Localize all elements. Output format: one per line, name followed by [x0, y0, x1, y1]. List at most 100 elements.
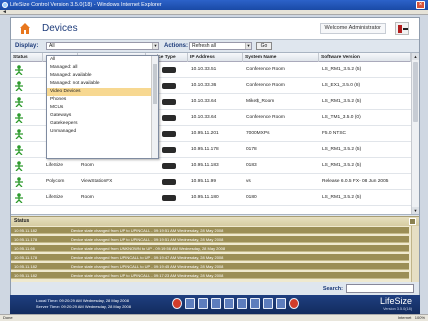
cell-system-name: 7000MXPs: [246, 131, 270, 136]
cell-software-version: F5.0 NTSC: [322, 131, 346, 136]
dropdown-option[interactable]: Gateways: [47, 112, 158, 120]
dropdown-option[interactable]: Phones: [47, 96, 158, 104]
dropdown-option[interactable]: Managed: all: [47, 64, 158, 72]
actions-label: Actions:: [164, 43, 188, 49]
directory-icon[interactable]: [198, 298, 208, 309]
reports-icon[interactable]: [211, 298, 221, 309]
dropdown-option[interactable]: Gatekeepers: [47, 120, 158, 128]
back-icon[interactable]: ◄: [2, 10, 7, 15]
dropdown-option[interactable]: Managed: not available: [47, 80, 158, 88]
log-time: 10.95.11.182: [14, 228, 38, 233]
cell-system-name: 0183: [246, 163, 257, 168]
scroll-thumb[interactable]: [413, 62, 418, 122]
log-message: Device state changed from UNKNOWN to UP …: [71, 246, 226, 251]
col-status[interactable]: Status: [11, 53, 43, 62]
scroll-up-icon[interactable]: ▲: [412, 53, 419, 60]
users-icon[interactable]: [263, 298, 273, 309]
cell-ip-address: 10.95.11.183: [191, 163, 219, 168]
cell-system-name: Conference Room: [246, 83, 285, 88]
status-scrollbar[interactable]: [411, 226, 419, 282]
cell-model: Room: [81, 163, 94, 168]
app-window: Devices Welcome Administrator Display: A…: [10, 17, 420, 305]
log-row[interactable]: 10.95.11.182 Device state changed from UP…: [11, 227, 409, 234]
devices-icon[interactable]: [185, 298, 195, 309]
log-message: Device state changed from UPINCALL to UP…: [71, 264, 224, 269]
close-icon[interactable]: ×: [416, 1, 425, 9]
status-online-icon: [15, 65, 23, 75]
log-row[interactable]: 10.95.11.66 Device state changed from UNK…: [11, 245, 409, 252]
search-label: Search:: [322, 286, 343, 292]
cell-model: ViewStationFX: [81, 179, 113, 184]
log-row[interactable]: 10.95.11.178 Device state changed from UP…: [11, 236, 409, 243]
brand-logo: LifeSize Version 3.5.0(18): [380, 296, 412, 311]
collapse-icon[interactable]: [409, 218, 416, 225]
status-online-icon: [15, 81, 23, 91]
table-row[interactable]: LifeSize Room 10.95.11.180 0180 LS_RM1_3.5.2…: [11, 190, 411, 206]
search-input[interactable]: [346, 284, 414, 293]
log-row[interactable]: 10.95.11.182 Device state changed from UP…: [11, 272, 409, 279]
version-text: Version 3.5.0(18): [383, 307, 412, 311]
logout-button[interactable]: [395, 22, 409, 35]
cell-ip-address: 10.10.33.36: [191, 83, 217, 88]
log-row[interactable]: 10.95.11.178 Device state changed from UP…: [11, 254, 409, 261]
log-message: Device state changed from UPINCALL to UP…: [71, 255, 224, 260]
settings-icon[interactable]: [250, 298, 260, 309]
cell-ip-address: 10.10.33.64: [191, 99, 217, 104]
alert-icon[interactable]: [172, 298, 182, 309]
server-time-value: 09:20:29 AM Wednesday, 28 May 2008: [61, 304, 131, 309]
cell-ip-address: 10.95.11.178: [191, 147, 219, 152]
col-ip-address[interactable]: IP Address: [188, 53, 243, 62]
log-time: 10.95.11.182: [14, 264, 38, 269]
display-dropdown: All Managed: all Managed: available Managed…: [46, 55, 159, 159]
table-row[interactable]: Polycom ViewStationFX 10.95.11.99 vs Release…: [11, 174, 411, 190]
cell-system-name: 0180: [246, 195, 257, 200]
scroll-down-icon[interactable]: ▼: [412, 207, 419, 214]
filter-bar: Display: All ▼ Actions: Refresh all ▼ Go: [11, 40, 419, 52]
search-icon[interactable]: [237, 298, 247, 309]
cell-software-version: LS_EX1_3.5.0 (8): [322, 83, 361, 88]
dropdown-option[interactable]: MCUs: [47, 104, 158, 112]
status-online-icon: [15, 97, 23, 107]
device-icon: [162, 99, 176, 105]
display-select[interactable]: All ▼: [46, 42, 159, 50]
chevron-down-icon[interactable]: ▼: [245, 43, 251, 49]
actions-select[interactable]: Refresh all ▼: [189, 42, 252, 50]
zoom-text: 100%: [414, 315, 425, 320]
device-icon: [162, 83, 176, 89]
schedule-icon[interactable]: [224, 298, 234, 309]
status-panel-header: Status: [11, 217, 419, 226]
cell-make: Polycom: [46, 179, 65, 184]
col-software-version[interactable]: Software Version: [319, 53, 411, 62]
dropdown-option[interactable]: All: [47, 56, 158, 64]
actions-select-value: Refresh all: [192, 43, 216, 49]
dropdown-option[interactable]: Managed: available: [47, 72, 158, 80]
help-icon[interactable]: [289, 298, 299, 309]
cell-software-version: LS_RM1_3.5.2 (5): [322, 163, 362, 168]
device-icon: [162, 67, 176, 73]
server-time-label: Server Time:: [36, 304, 61, 309]
status-online-icon: [15, 113, 23, 123]
chevron-down-icon[interactable]: ▼: [152, 43, 158, 49]
cell-system-name: vs: [246, 179, 251, 184]
status-panel: Status 10.95.11.182 Device state changed …: [11, 216, 419, 282]
window-title: LifeSize Control Version 3.5.0(18) - Win…: [10, 2, 162, 8]
table-scrollbar[interactable]: ▲ ▼: [411, 53, 419, 214]
device-icon: [162, 115, 176, 121]
cell-make: LifeSize: [46, 163, 64, 168]
dropdown-scrollbar[interactable]: [151, 56, 158, 158]
welcome-text: Welcome Administrator: [319, 23, 386, 34]
system-icon[interactable]: [276, 298, 286, 309]
home-icon[interactable]: [19, 22, 31, 35]
col-system-name[interactable]: System Name: [243, 53, 319, 62]
go-button[interactable]: Go: [256, 42, 272, 50]
log-row[interactable]: 10.95.11.182 Device state changed from UP…: [11, 263, 409, 270]
display-select-value: All: [49, 43, 55, 49]
cell-software-version: LS_RM1_3.5.2 (5): [322, 147, 362, 152]
status-panel-title: Status: [14, 218, 30, 224]
dropdown-scroll-thumb[interactable]: [153, 64, 157, 104]
local-time-label: Local Time:: [36, 298, 59, 303]
log-message: Device state changed from UP to UPINCALL…: [71, 228, 224, 233]
table-row[interactable]: LifeSize Room 10.95.11.183 0183 LS_RM1_3.5.2…: [11, 158, 411, 174]
dropdown-option[interactable]: Unmanaged: [47, 128, 158, 136]
dropdown-option[interactable]: Video Devices: [47, 88, 158, 96]
